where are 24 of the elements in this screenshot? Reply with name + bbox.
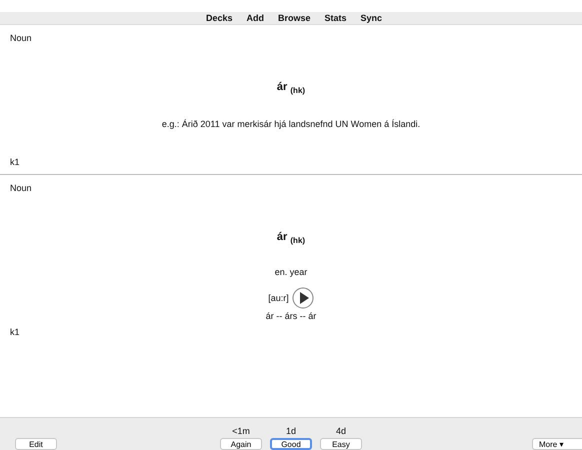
translation: en. year: [274, 267, 308, 278]
play-icon[interactable]: [292, 287, 314, 310]
answer-button[interactable]: Again: [220, 438, 262, 450]
menu-link[interactable]: Sync: [360, 13, 382, 23]
menu-link[interactable]: Stats: [324, 13, 347, 23]
edit-button[interactable]: Edit: [15, 438, 57, 450]
answer-button[interactable]: Good: [270, 438, 312, 450]
part-of-speech: Noun: [10, 183, 33, 194]
menu-link[interactable]: Browse: [278, 13, 310, 23]
interval-label: <1m: [232, 426, 250, 436]
interval-label: 4d: [336, 426, 346, 436]
answer-button[interactable]: Easy: [320, 438, 362, 450]
example-sentence: e.g.: Árið 2011 var merkisár hjá landsnefnd UN Women á Íslandi.: [160, 119, 422, 130]
word-forms: ár -- árs -- ár: [264, 311, 318, 322]
headword: ár $_{(hk)}$: [276, 81, 306, 96]
card-tag: k1: [10, 157, 582, 168]
part-of-speech: Noun: [10, 33, 33, 43]
headword: ár $_{(hk)}$: [276, 231, 306, 246]
interval-label: 1d: [286, 426, 296, 436]
card-tag: k1: [10, 327, 582, 338]
menu-link[interactable]: Add: [246, 13, 264, 23]
pronunciation: [au:r]: [268, 293, 289, 304]
menu-link[interactable]: Decks: [206, 13, 232, 23]
more-button[interactable]: More ▾: [532, 438, 582, 450]
